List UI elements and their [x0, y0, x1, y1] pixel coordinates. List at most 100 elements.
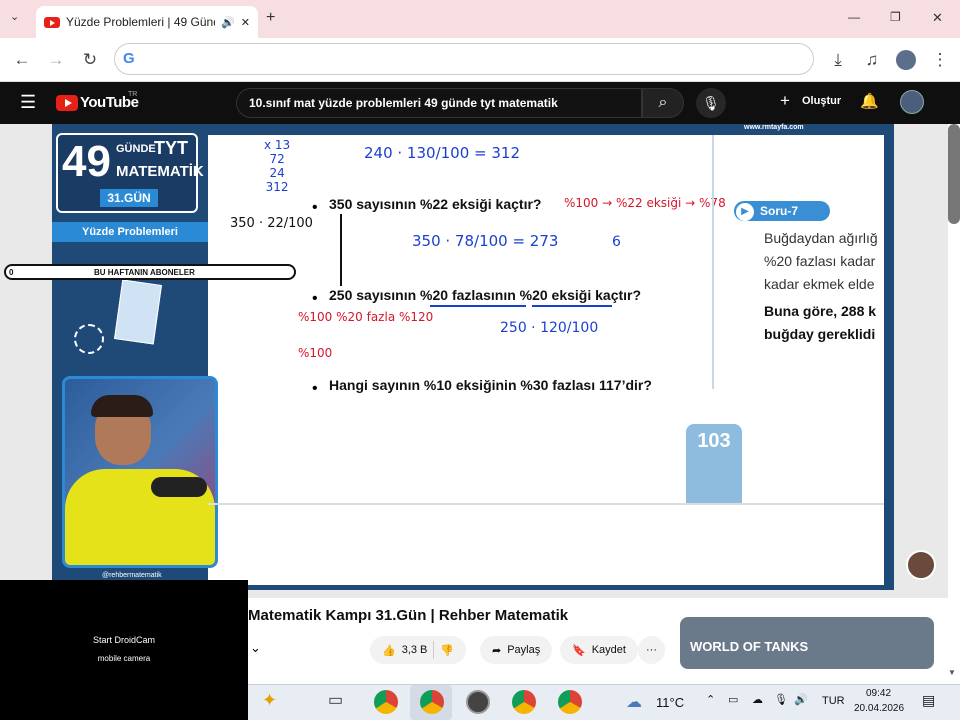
save-label: Kaydet: [591, 644, 626, 656]
underline-blue: [532, 305, 612, 307]
column-divider: [712, 135, 714, 389]
underline-blue: [430, 305, 526, 307]
microphone-image: [151, 477, 207, 497]
youtube-favicon-icon: [44, 16, 60, 28]
like-count: 3,3 B: [401, 644, 428, 656]
chrome-app-2-taskbar-icon[interactable]: [558, 690, 582, 714]
chrome-profile-taskbar-icon[interactable]: [420, 690, 444, 714]
q2-red-note-2: %100: [298, 346, 333, 360]
droidcam-line-2: mobile camera: [97, 654, 151, 663]
notifications-bell-icon[interactable]: 🔔: [860, 92, 879, 110]
logo-matematik: MATEMATİK: [116, 163, 204, 180]
copilot-sparkle-icon[interactable]: ✦: [262, 690, 277, 711]
video-title: Matematik Kampı 31.Gün | Rehber Matemati…: [248, 607, 569, 624]
channel-watermark-avatar[interactable]: [906, 550, 936, 580]
network-icon[interactable]: ☁: [752, 693, 763, 706]
left-stack-calc: x 13 72 24 312: [264, 138, 290, 194]
ticker-text: BU HAFTANIN ABONELER: [94, 268, 195, 277]
forward-arrow-icon[interactable]: →: [44, 50, 68, 70]
share-arrow-icon: ➦: [492, 644, 502, 657]
input-language[interactable]: TUR: [822, 695, 845, 707]
subscriber-ticker: 0 BU HAFTANIN ABONELER: [4, 264, 296, 280]
restore-button[interactable]: ❐: [890, 10, 901, 24]
stack-line: x 13: [264, 138, 291, 152]
scroll-down-arrow-icon[interactable]: ▼: [948, 668, 956, 677]
more-actions-button[interactable]: ···: [638, 636, 665, 664]
bookmark-icon: 🔖: [572, 644, 586, 657]
question-2: 250 sayısının %20 fazlasının %20 eksiği …: [329, 287, 642, 303]
ticker-count: 0: [9, 268, 14, 277]
google-icon: G: [123, 50, 135, 67]
tab-title: Yüzde Problemleri | 49 Günde: [66, 15, 216, 29]
site-url: www.rmtayfa.com: [744, 124, 804, 131]
clock-date[interactable]: 20.04.2026: [854, 703, 904, 714]
q2-red-note: %100 %20 fazla %120: [298, 310, 434, 324]
like-divider: [433, 641, 435, 659]
search-button[interactable]: ⌕: [642, 88, 684, 118]
save-button[interactable]: 🔖 Kaydet: [560, 636, 638, 664]
search-icon: ⌕: [658, 94, 668, 111]
profile-avatar[interactable]: [896, 50, 916, 70]
weather-cloud-icon[interactable]: ☁: [626, 692, 642, 712]
close-tab-button[interactable]: ✕: [241, 16, 250, 29]
back-arrow-icon[interactable]: ←: [10, 50, 34, 70]
ad-banner[interactable]: WORLD OF TANKS: [680, 617, 934, 669]
play-triangle-icon: [65, 99, 72, 107]
margin-calc: 350 · 22/100: [230, 216, 313, 231]
browser-tab-strip: ⌄ Yüzde Problemleri | 49 Günde 🔊 ✕ + — ❐…: [0, 0, 960, 38]
presenter-hair: [91, 395, 153, 417]
like-button[interactable]: 👍 3,3 B 👎: [370, 636, 467, 664]
obs-taskbar-icon[interactable]: [466, 690, 490, 714]
browser-menu-icon[interactable]: ⋮: [928, 50, 952, 70]
right-text-line: Buğdaydan ağırlığ: [764, 230, 878, 246]
close-window-button[interactable]: ✕: [932, 10, 943, 26]
webcam-overlay: [62, 376, 218, 568]
task-view-icon[interactable]: ▭: [328, 690, 343, 710]
reload-icon[interactable]: ↻: [78, 50, 102, 70]
question-3: Hangi sayının %10 eksiğinin %30 fazlası …: [329, 377, 652, 393]
logo-number: 49: [62, 137, 111, 186]
share-button[interactable]: ➦ Paylaş: [480, 636, 553, 664]
stack-line: 24: [269, 166, 285, 180]
q1-digit: 6: [612, 234, 621, 250]
chevron-down-icon[interactable]: ⌄: [250, 640, 261, 656]
battery-icon[interactable]: ▭: [728, 693, 738, 706]
download-icon[interactable]: ⤓: [826, 50, 850, 70]
address-bar[interactable]: G: [114, 43, 814, 75]
speaker-icon[interactable]: 🔊: [221, 16, 235, 29]
bullet-icon: •: [312, 199, 318, 216]
share-label: Paylaş: [507, 644, 541, 656]
browser-tab-active[interactable]: Yüzde Problemleri | 49 Günde 🔊 ✕: [36, 6, 258, 38]
media-control-icon[interactable]: ♫: [860, 50, 884, 70]
account-avatar[interactable]: [900, 90, 924, 114]
minimize-button[interactable]: —: [848, 10, 860, 24]
volume-icon[interactable]: 🔊: [794, 693, 808, 706]
youtube-region: TR: [128, 91, 138, 98]
new-tab-button[interactable]: +: [266, 9, 275, 27]
notification-center-icon[interactable]: ▤: [922, 692, 935, 709]
microphone-tray-icon[interactable]: 🎙: [774, 693, 788, 706]
thumbs-down-icon[interactable]: 👎: [440, 644, 454, 657]
stack-line: 312: [265, 180, 289, 194]
windows-taskbar: [248, 684, 960, 720]
logo-gunde: GÜNDE: [116, 143, 156, 155]
droidcam-overlay: Start DroidCam mobile camera: [0, 580, 248, 720]
voice-search-mic-icon[interactable]: 🎙: [696, 88, 726, 118]
q2-blue-calc: 250 · 120/100: [500, 320, 599, 336]
chrome-taskbar-icon[interactable]: [374, 690, 398, 714]
show-hidden-icons-chevron-icon[interactable]: ⌃: [706, 693, 715, 706]
bullet-icon: •: [312, 380, 318, 397]
instagram-handle: @rehbermatematik: [102, 572, 162, 579]
search-input[interactable]: 10.sınıf mat yüzde problemleri 49 günde …: [236, 88, 642, 118]
right-text-line: Buna göre, 288 k: [764, 303, 877, 319]
hamburger-menu-icon[interactable]: ☰: [20, 92, 36, 113]
tab-search-chevron-icon[interactable]: ⌄: [10, 10, 19, 23]
book-cover-image: [114, 279, 162, 345]
chrome-app-taskbar-icon[interactable]: [512, 690, 536, 714]
clock-time[interactable]: 09:42: [866, 688, 891, 699]
page-scrollbar[interactable]: [948, 124, 960, 224]
create-button[interactable]: Oluştur: [802, 95, 841, 107]
weather-temperature[interactable]: 11°C: [656, 695, 684, 710]
droidcam-line-1: Start DroidCam: [92, 635, 155, 645]
logo-tyt: TYT: [154, 138, 188, 158]
